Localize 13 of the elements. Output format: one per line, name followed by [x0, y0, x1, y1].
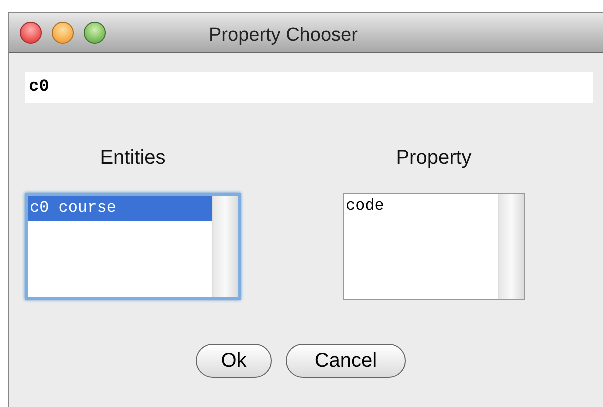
text-field[interactable]: c0 [25, 72, 593, 103]
dialog-button[interactable]: Ok [196, 344, 272, 378]
list-item[interactable]: c0 course [28, 196, 212, 221]
list-item[interactable]: code [344, 194, 498, 219]
minimize-button[interactable] [52, 22, 74, 44]
list-heading: Entities [100, 146, 166, 171]
list-heading: Property [396, 146, 472, 171]
close-button[interactable] [20, 22, 42, 44]
list-box[interactable]: code [343, 193, 525, 300]
zoom-button[interactable] [84, 22, 106, 44]
window-title: Property Chooser [209, 24, 358, 48]
dialog-button[interactable]: Cancel [286, 344, 406, 378]
list-box[interactable]: c0 course [25, 193, 241, 300]
